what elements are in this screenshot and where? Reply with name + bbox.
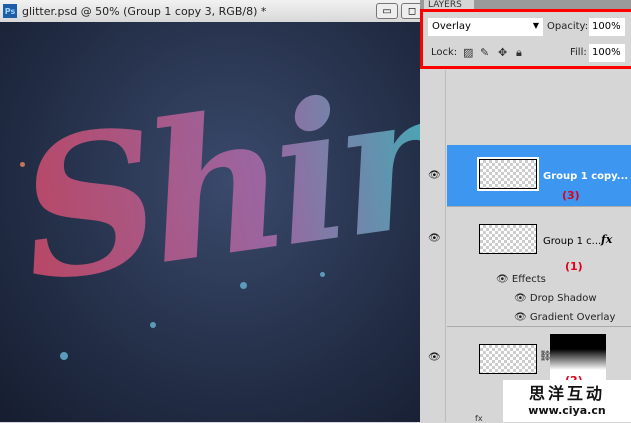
layer-name: Group 1 copy... [543,171,629,182]
visibility-column [422,70,446,422]
glitter-particle [150,322,156,328]
layer-thumbnail [479,344,537,374]
layer-thumbnail [477,157,539,191]
minimize-button[interactable]: ▭ [376,3,398,19]
highlight-box [420,9,631,69]
effect-label: Gradient Overlay [529,312,616,323]
effect-drop-shadow[interactable]: 👁︎ Drop Shadow [514,293,597,304]
eye-icon[interactable]: 👁︎ [428,352,441,363]
watermark: 思洋互动 www.ciya.cn [503,380,631,422]
photoshop-icon: Ps [3,4,17,18]
eye-icon[interactable]: 👁︎ [428,170,441,181]
document-title: glitter.psd @ 50% (Group 1 copy 3, RGB/8… [22,4,267,18]
watermark-url: www.ciya.cn [528,404,606,417]
layer-annotation: (3) [562,189,580,202]
glitter-particle [20,162,25,167]
glitter-particle [320,272,325,277]
effects-label: Effects [511,274,546,285]
glitter-text-artwork: Shiny [7,28,420,325]
layer-row-group-1-copy-3[interactable]: Group 1 copy... (3) [447,145,631,207]
layer-row-group-1-copy[interactable]: Group 1 c... fx (1) 👁︎ Effects 👁︎ Drop S… [447,207,631,327]
layer-annotation: (1) [565,260,583,273]
layer-thumbnail [479,224,537,254]
layer-name: Group 1 c... [543,236,602,247]
document-title-bar: Ps glitter.psd @ 50% (Group 1 copy 3, RG… [0,0,423,22]
effect-gradient-overlay[interactable]: 👁︎ Gradient Overlay [514,312,615,323]
glitter-particle [60,352,68,360]
fx-icon[interactable]: fx [601,233,612,246]
effect-label: Drop Shadow [529,293,597,304]
glitter-particle [240,282,247,289]
document-canvas[interactable]: Shiny [0,22,420,422]
watermark-title: 思洋互动 [528,384,605,403]
effects-row[interactable]: 👁︎ Effects [496,274,546,285]
eye-icon[interactable]: 👁︎ [428,233,441,244]
